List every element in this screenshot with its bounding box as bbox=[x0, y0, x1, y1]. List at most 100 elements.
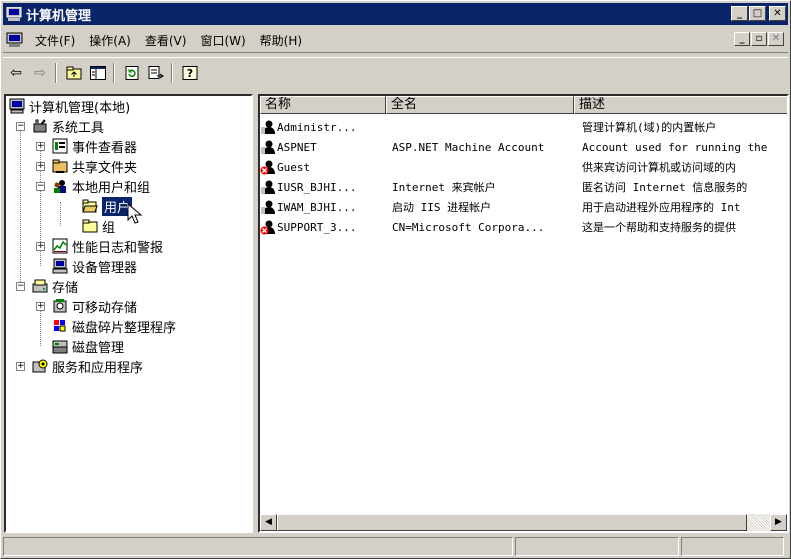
console-icon[interactable] bbox=[6, 32, 24, 48]
user-fullname: 启动 IIS 进程帐户 bbox=[392, 201, 492, 214]
tree-label-root: 计算机管理(本地) bbox=[29, 100, 131, 116]
tree-node-perf-logs[interactable]: 性能日志和警报 bbox=[52, 236, 163, 256]
menu-bar: 文件(F) 操作(A) 查看(V) 窗口(W) 帮助(H) _ ▫ ✕ bbox=[3, 28, 788, 53]
tree-label-perf-logs: 性能日志和警报 bbox=[72, 240, 164, 256]
user-description: 用于启动进程外应用程序的 Int bbox=[582, 201, 741, 214]
user-name: ASPNET bbox=[277, 140, 317, 154]
toolbox-icon bbox=[33, 119, 47, 133]
user-name: SUPPORT_3... bbox=[277, 220, 357, 234]
tree-toggle-removable-storage[interactable]: + bbox=[36, 302, 45, 311]
scroll-right-button[interactable]: ▶ bbox=[770, 514, 787, 531]
close-button[interactable]: ✕ bbox=[769, 6, 786, 21]
performance-logs-icon bbox=[52, 238, 68, 254]
scroll-left-button[interactable]: ◀ bbox=[260, 514, 277, 531]
tree-node-device-manager[interactable]: 设备管理器 bbox=[52, 256, 137, 276]
mouse-cursor-icon bbox=[127, 202, 143, 224]
disabled-user-icon bbox=[260, 160, 275, 175]
menu-window[interactable]: 窗口(W) bbox=[193, 32, 252, 49]
folder-up-icon bbox=[66, 66, 82, 80]
table-row[interactable]: SUPPORT_3... CN=Microsoft Corpora... 这是一… bbox=[260, 217, 787, 237]
tree-node-storage[interactable]: 存储 bbox=[32, 276, 78, 296]
scrollbar-thumb[interactable] bbox=[277, 514, 747, 531]
mdi-close-button[interactable]: ✕ bbox=[768, 32, 784, 46]
back-button[interactable]: ⇦ bbox=[5, 62, 27, 84]
tree-node-groups[interactable]: 组 bbox=[82, 216, 115, 236]
tree-label-groups: 组 bbox=[102, 220, 116, 236]
menu-file[interactable]: 文件(F) bbox=[28, 32, 82, 49]
tree-line bbox=[20, 122, 21, 286]
tree-node-disk-management[interactable]: 磁盘管理 bbox=[52, 336, 124, 356]
tree-label-system-tools: 系统工具 bbox=[52, 120, 105, 136]
forward-button[interactable]: ⇨ bbox=[29, 62, 51, 84]
maximize-button[interactable]: □ bbox=[749, 6, 766, 21]
column-header-name[interactable]: 名称 bbox=[260, 96, 386, 114]
tree-node-removable-storage[interactable]: 可移动存储 bbox=[52, 296, 137, 316]
tree-node-defrag[interactable]: 磁盘碎片整理程序 bbox=[52, 316, 176, 336]
column-header-fullname[interactable]: 全名 bbox=[386, 96, 574, 114]
user-icon bbox=[261, 200, 275, 214]
triangle-right-icon: ▶ bbox=[775, 517, 782, 527]
export-list-button[interactable] bbox=[145, 62, 167, 84]
menu-action[interactable]: 操作(A) bbox=[82, 32, 138, 49]
column-header-description[interactable]: 描述 bbox=[574, 96, 787, 114]
toolbar-separator bbox=[113, 63, 115, 83]
shared-folder-icon bbox=[52, 159, 68, 173]
status-panel-main bbox=[3, 537, 513, 556]
refresh-icon bbox=[125, 66, 139, 80]
tree-node-shared-folders[interactable]: 共享文件夹 bbox=[52, 156, 137, 176]
table-row[interactable]: Administr... 管理计算机(域)的内置帐户 bbox=[260, 117, 787, 137]
status-panel-2 bbox=[515, 537, 679, 556]
title-bar[interactable]: 计算机管理 _ □ ✕ bbox=[3, 3, 788, 25]
show-hide-tree-button[interactable] bbox=[87, 62, 109, 84]
horizontal-scrollbar[interactable]: ◀ ▶ bbox=[260, 514, 787, 531]
tree-node-system-tools[interactable]: 系统工具 bbox=[32, 116, 104, 136]
user-name: Administr... bbox=[277, 120, 357, 134]
tree-node-local-users-groups[interactable]: 本地用户和组 bbox=[52, 176, 150, 196]
arrow-right-icon: ⇨ bbox=[34, 65, 46, 81]
tree-toggle-perf-logs[interactable]: + bbox=[36, 242, 45, 251]
user-description: 供来宾访问计算机或访问域的内 bbox=[582, 161, 736, 174]
console-tree[interactable]: 计算机管理(本地) − 系统工具 + 事件查看器 + 共享文件夹 − 本地用户和… bbox=[4, 94, 253, 533]
tree-toggle-local-users-groups[interactable]: − bbox=[36, 182, 45, 191]
tree-toggle-system-tools[interactable]: − bbox=[16, 122, 25, 131]
tree-label-disk-management: 磁盘管理 bbox=[72, 340, 125, 356]
table-row[interactable]: IWAM_BJHI... 启动 IIS 进程帐户 用于启动进程外应用程序的 In… bbox=[260, 197, 787, 217]
triangle-left-icon: ◀ bbox=[265, 517, 272, 527]
tree-node-root[interactable]: 计算机管理(本地) bbox=[9, 96, 130, 116]
disabled-user-icon bbox=[260, 220, 275, 235]
folder-open-icon bbox=[82, 199, 98, 213]
tree-toggle-storage[interactable]: − bbox=[16, 282, 25, 291]
help-button[interactable]: ? bbox=[179, 62, 201, 84]
tree-node-services-apps[interactable]: 服务和应用程序 bbox=[32, 356, 143, 376]
user-fullname: ASP.NET Machine Account bbox=[392, 140, 545, 154]
console-tree-icon bbox=[90, 66, 106, 80]
scrollbar-track[interactable] bbox=[747, 514, 770, 531]
menu-view[interactable]: 查看(V) bbox=[138, 32, 194, 49]
user-list-view[interactable]: 名称 全名 描述 Administr... 管理计算机(域)的内置帐户 ASPN… bbox=[258, 94, 789, 533]
tree-toggle-services-apps[interactable]: + bbox=[16, 362, 25, 371]
user-name: Guest bbox=[277, 160, 311, 174]
export-list-icon bbox=[148, 66, 164, 79]
tree-toggle-shared-folders[interactable]: + bbox=[36, 162, 45, 171]
table-row[interactable]: ASPNET ASP.NET Machine Account Account u… bbox=[260, 137, 787, 157]
mdi-restore-button[interactable]: ▫ bbox=[751, 32, 767, 46]
table-row[interactable]: Guest 供来宾访问计算机或访问域的内 bbox=[260, 157, 787, 177]
user-description: 管理计算机(域)的内置帐户 bbox=[582, 121, 717, 134]
help-icon: ? bbox=[182, 66, 198, 80]
toolbar: ⇦ ⇨ ? bbox=[3, 57, 788, 88]
table-row[interactable]: IUSR_BJHI... Internet 来宾帐户 匿名访问 Internet… bbox=[260, 177, 787, 197]
device-manager-icon bbox=[52, 258, 68, 274]
minimize-button[interactable]: _ bbox=[731, 6, 748, 21]
user-icon bbox=[261, 120, 275, 134]
up-level-button[interactable] bbox=[63, 62, 85, 84]
user-description: 这是一个帮助和支持服务的提供 bbox=[582, 221, 736, 234]
tree-toggle-event-viewer[interactable]: + bbox=[36, 142, 45, 151]
tree-label-services-apps: 服务和应用程序 bbox=[52, 360, 144, 376]
main-window: 计算机管理 _ □ ✕ 文件(F) 操作(A) 查看(V) 窗口(W) 帮助(H… bbox=[0, 0, 791, 559]
tree-node-event-viewer[interactable]: 事件查看器 bbox=[52, 136, 137, 156]
refresh-button[interactable] bbox=[121, 62, 143, 84]
user-name: IWAM_BJHI... bbox=[277, 200, 357, 214]
mdi-minimize-button[interactable]: _ bbox=[734, 32, 750, 46]
menu-help[interactable]: 帮助(H) bbox=[253, 32, 309, 49]
user-description: 匿名访问 Internet 信息服务的 bbox=[582, 181, 748, 194]
